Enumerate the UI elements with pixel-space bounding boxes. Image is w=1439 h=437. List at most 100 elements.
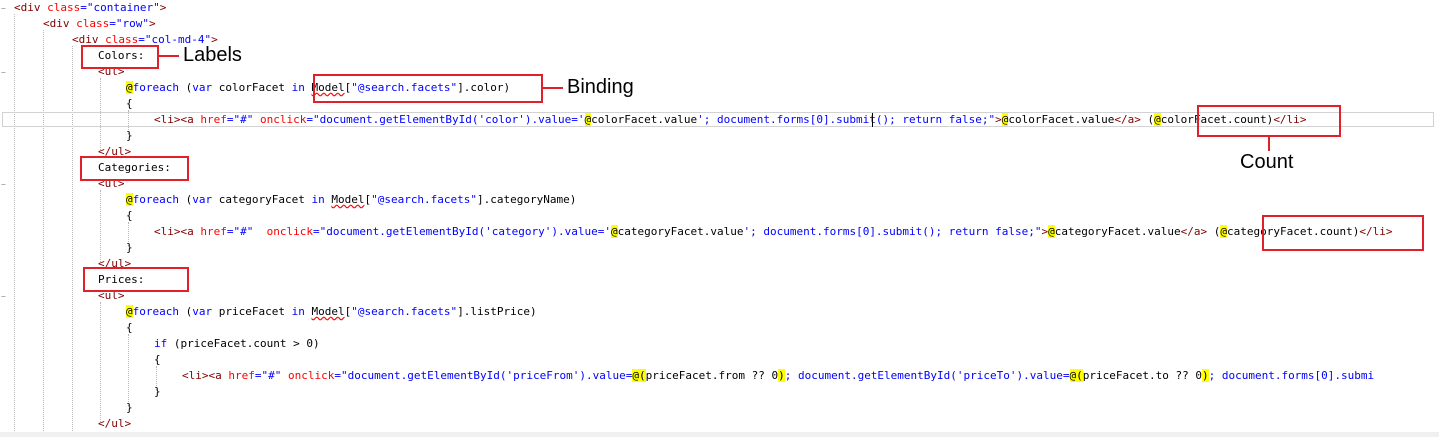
code-token: @: [1220, 225, 1227, 238]
code-line[interactable]: }: [126, 240, 133, 256]
code-token: onclick: [266, 225, 313, 238]
code-line[interactable]: {: [126, 96, 133, 112]
code-token: ; document.getElementById('priceTo').val…: [784, 369, 1070, 382]
labels-highlight-box: [83, 267, 189, 292]
count-connector: [1268, 137, 1270, 151]
code-token: div: [49, 17, 70, 30]
code-token: ): [1201, 369, 1209, 382]
code-token: onclick: [260, 113, 307, 126]
code-token: in: [291, 305, 305, 318]
editor-gutter: − − − −: [0, 0, 10, 437]
code-token: href: [200, 113, 227, 126]
code-token: {: [126, 321, 133, 334]
indent-guide: [14, 14, 15, 437]
code-line[interactable]: <li><a href="#" onclick="document.getEle…: [182, 368, 1374, 384]
code-token: >: [159, 1, 167, 14]
code-token: {: [126, 97, 133, 110]
code-line[interactable]: <div class="row">: [43, 16, 156, 32]
collapse-icon[interactable]: −: [1, 4, 7, 13]
code-token: @: [126, 193, 133, 206]
code-token: Model: [331, 193, 365, 206]
code-token: "document.getElementById('priceFrom').va…: [340, 369, 633, 382]
code-token: @: [126, 81, 133, 94]
code-token: '; document.forms[0].submit(); return fa…: [697, 113, 996, 126]
code-line[interactable]: {: [126, 320, 133, 336]
code-token: ><: [201, 369, 216, 382]
code-token: ><: [173, 225, 188, 238]
code-token: priceFacet.to ?? 0: [1082, 369, 1202, 382]
code-token: categoryFacet: [212, 193, 312, 206]
code-token: a: [187, 113, 194, 126]
collapse-icon[interactable]: −: [1, 180, 7, 189]
code-token: var: [192, 193, 213, 206]
code-token: }: [126, 241, 133, 254]
code-token: (: [178, 305, 193, 318]
horizontal-scrollbar[interactable]: [0, 432, 1439, 437]
code-token: ; document.forms[0].submi: [1208, 369, 1375, 382]
code-token: </: [98, 417, 112, 430]
indent-guide: [128, 334, 129, 406]
code-token: href: [228, 369, 255, 382]
code-token: =: [80, 1, 87, 14]
indent-guide: [72, 46, 73, 437]
collapse-icon[interactable]: −: [1, 292, 7, 301]
labels-highlight-box: [80, 156, 189, 181]
collapse-icon[interactable]: −: [1, 68, 7, 77]
code-token: "row": [115, 17, 149, 30]
code-token: @(: [1069, 369, 1083, 382]
code-token: priceFacet.from ?? 0: [645, 369, 779, 382]
code-token: }: [126, 401, 133, 414]
code-token: =: [334, 369, 341, 382]
code-token: (: [1207, 225, 1221, 238]
binding-callout: Binding: [567, 76, 634, 98]
code-token: colorFacet.value: [1008, 113, 1115, 126]
code-token: =: [226, 225, 234, 238]
code-token: li: [188, 369, 202, 382]
code-token: }: [126, 129, 133, 142]
code-token: ul: [111, 417, 125, 430]
code-token: @: [126, 305, 133, 318]
code-token: "@search.facets": [371, 193, 478, 206]
code-token: =: [226, 113, 234, 126]
code-line[interactable]: if (priceFacet.count > 0): [154, 336, 320, 352]
code-line[interactable]: {: [154, 352, 161, 368]
code-token: Model: [311, 305, 345, 318]
code-line[interactable]: <div class="container">: [14, 0, 166, 16]
code-token: li: [160, 225, 174, 238]
code-line[interactable]: @foreach (var categoryFacet in Model["@s…: [126, 192, 576, 208]
code-token: if: [154, 337, 168, 350]
text-caret: [872, 113, 873, 127]
code-line[interactable]: }: [126, 400, 133, 416]
code-token: ): [778, 369, 785, 382]
code-token: div: [20, 1, 41, 14]
code-token: <: [154, 225, 161, 238]
code-line[interactable]: <li><a href="#" onclick="document.getEle…: [154, 112, 1306, 128]
code-token: class: [76, 17, 110, 30]
code-token: </: [1114, 113, 1128, 126]
code-line[interactable]: {: [126, 208, 133, 224]
code-line[interactable]: @foreach (var priceFacet in Model["@sear…: [126, 304, 537, 320]
binding-highlight-box: [313, 74, 543, 103]
code-token: colorFacet: [212, 81, 292, 94]
code-token: @: [1154, 113, 1161, 126]
code-token: categoryFacet.value: [1054, 225, 1181, 238]
code-token: class: [47, 1, 81, 14]
code-token: var: [192, 305, 213, 318]
code-token: >: [149, 17, 156, 30]
code-line[interactable]: <li><a href="#" onclick="document.getEle…: [154, 224, 1393, 240]
code-token: }: [154, 385, 161, 398]
code-token: li: [160, 113, 174, 126]
code-token: in: [311, 193, 325, 206]
code-line[interactable]: }: [126, 128, 133, 144]
code-line[interactable]: </ul>: [98, 416, 131, 432]
code-token: =: [109, 17, 116, 30]
indent-guide: [100, 302, 101, 422]
code-token: =: [306, 113, 313, 126]
count-highlight-box: [1197, 105, 1341, 137]
code-token: </: [1180, 225, 1194, 238]
code-line[interactable]: }: [154, 384, 161, 400]
code-token: ].listPrice): [457, 305, 537, 318]
